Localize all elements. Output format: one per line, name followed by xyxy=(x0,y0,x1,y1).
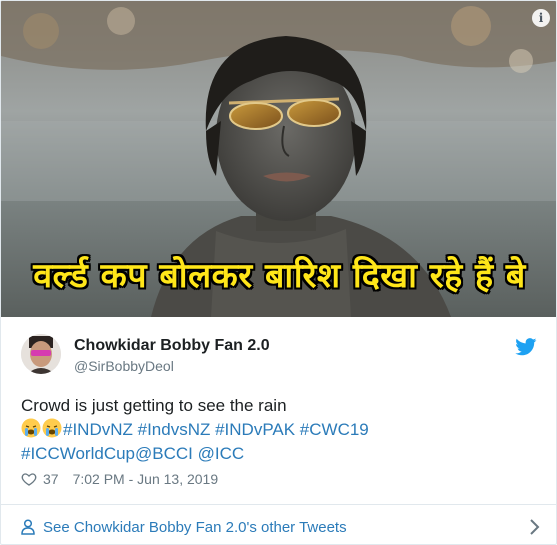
tweet-media-image[interactable]: वर्ल्ड कप बोलकर बारिश दिखा रहे हैं बे i xyxy=(1,1,556,317)
tweet-line-1: Crowd is just getting to see the rain xyxy=(21,396,287,415)
crying-face-icon xyxy=(21,418,41,438)
tweet-header: Chowkidar Bobby Fan 2.0 @SirBobbyDeol xyxy=(21,334,541,384)
tweet-timestamp[interactable]: 7:02 PM - Jun 13, 2019 xyxy=(73,471,219,487)
author-display-name[interactable]: Chowkidar Bobby Fan 2.0 xyxy=(74,337,270,355)
person-icon xyxy=(21,519,35,535)
info-icon[interactable]: i xyxy=(532,9,550,27)
crying-face-icon xyxy=(42,418,62,438)
hashtags-line[interactable]: #INDvNZ #IndvsNZ #INDvPAK #CWC19 xyxy=(63,420,369,439)
tweet-line-3[interactable]: #ICCWorldCup@BCCI @ICC xyxy=(21,442,541,466)
divider xyxy=(1,504,556,505)
like-count[interactable]: 37 xyxy=(43,471,59,487)
avatar[interactable] xyxy=(21,334,61,374)
heart-icon[interactable] xyxy=(21,471,37,487)
chevron-right-icon[interactable] xyxy=(529,518,541,536)
tweet-meta: 37 7:02 PM - Jun 13, 2019 xyxy=(21,471,218,487)
meme-caption: वर्ल्ड कप बोलकर बारिश दिखा रहे हैं बे xyxy=(33,256,526,296)
other-tweets-link[interactable]: See Chowkidar Bobby Fan 2.0's other Twee… xyxy=(21,516,541,538)
tweet-line-2: #INDvNZ #IndvsNZ #INDvPAK #CWC19 xyxy=(21,418,541,442)
twitter-bird-icon[interactable] xyxy=(515,338,537,356)
author-handle[interactable]: @SirBobbyDeol xyxy=(74,358,270,374)
other-tweets-label[interactable]: See Chowkidar Bobby Fan 2.0's other Twee… xyxy=(43,519,347,536)
tweet-text: Crowd is just getting to see the rain #I… xyxy=(21,394,541,466)
embedded-tweet-card: वर्ल्ड कप बोलकर बारिश दिखा रहे हैं बे i … xyxy=(0,0,557,545)
